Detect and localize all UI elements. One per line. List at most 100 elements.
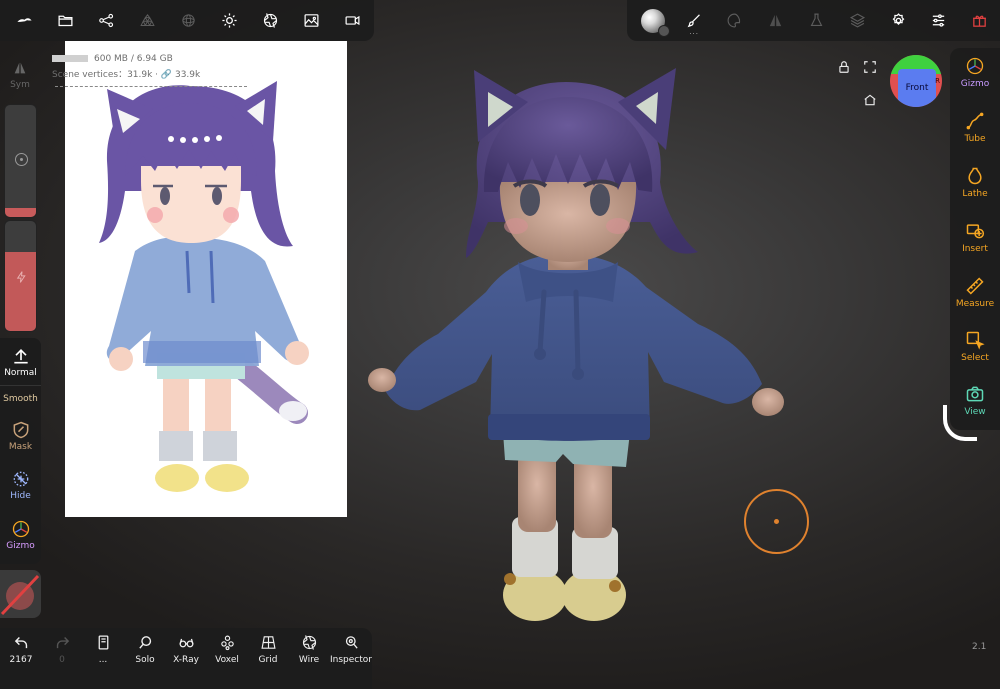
sphere-icon[interactable] [168,0,209,41]
measure-label: Measure [955,299,995,309]
normal-button[interactable]: Normal [0,338,41,386]
magnifier-icon [138,636,151,649]
reference-image[interactable] [65,41,347,517]
symmetry-icon[interactable] [755,0,796,41]
wire-button[interactable]: Wire [288,634,330,665]
scene-graph-icon[interactable] [86,0,127,41]
material-swatch[interactable] [0,570,41,618]
camera-icon[interactable] [332,0,373,41]
intensity-slider[interactable] [4,220,37,332]
tool-stack: Normal Smooth Mask Hide Gizmo [0,338,41,564]
stats-divider [55,86,247,87]
select-cursor-icon [966,331,985,350]
view-cube-right: R [935,77,940,85]
flask-icon[interactable] [796,0,837,41]
undo-icon [14,637,27,649]
scene-vertices: Scene vertices：31.9k · 🔗 33.9k [52,70,201,80]
insert-plus-icon [966,224,985,239]
voxel-pyramid-icon[interactable] [127,0,168,41]
redo-button[interactable]: 0 [41,634,83,665]
right-gizmo-label: Gizmo [960,79,990,89]
slash-icon [0,574,40,616]
gizmo-icon [12,520,29,538]
version-label: 2.1 [972,642,987,652]
tube-button[interactable]: Tube [950,111,1000,144]
sculpt-model[interactable] [368,62,788,634]
grid-button[interactable]: Grid [247,634,289,665]
scene-stats: 600 MB / 6.94 GB Scene vertices：31.9k · … [52,51,200,83]
ruler-icon [966,277,984,295]
inspector-button[interactable]: Inspector [330,634,372,665]
settings-icon[interactable] [878,0,919,41]
insert-label: Insert [962,244,988,254]
view-cube[interactable]: Front R [890,55,942,107]
tube-label: Tube [964,134,986,144]
layers-icon[interactable] [837,0,878,41]
hide-button[interactable]: Hide [0,469,41,501]
gift-icon[interactable] [959,0,1000,41]
right-gizmo-button[interactable]: Gizmo [950,56,1000,89]
panel-pull-handle[interactable] [943,405,977,441]
top-left-toolbar [0,0,374,41]
stack-label: ... [98,655,108,665]
home-icon[interactable] [863,92,877,111]
grid-label: Grid [258,655,278,665]
xray-button[interactable]: X-Ray [165,634,207,665]
light-icon[interactable] [209,0,250,41]
gizmo-icon [966,57,984,75]
bottom-toolbar: 2167 0 ... Solo X-Ray Voxel Grid Wire In… [0,628,372,689]
solo-button[interactable]: Solo [124,634,166,665]
smooth-button[interactable]: Smooth [0,394,41,404]
radius-fill [5,208,36,217]
wire-label: Wire [298,655,320,665]
inspector-label: Inspector [330,655,372,665]
normal-label: Normal [4,368,37,378]
reference-drawing [99,81,309,492]
lathe-button[interactable]: Lathe [950,166,1000,199]
insert-button[interactable]: Insert [950,221,1000,254]
stack-button[interactable]: ... [82,634,124,665]
image-icon[interactable] [291,0,332,41]
xray-label: X-Ray [173,655,199,665]
glasses-icon [178,638,194,648]
folder-icon[interactable] [45,0,86,41]
select-button[interactable]: Select [950,330,1000,363]
gizmo-button[interactable]: Gizmo [0,519,41,551]
solo-label: Solo [135,655,155,665]
voxel-label: Voxel [215,655,239,665]
symmetry-button[interactable]: Sym [0,51,40,99]
view-cube-front[interactable]: Front [898,69,936,107]
radius-icon [15,153,28,166]
lock-icon[interactable] [837,59,851,78]
shield-icon [13,421,28,439]
voxel-button[interactable]: Voxel [206,634,248,665]
wireframe-sphere-icon [302,635,316,650]
select-label: Select [961,353,989,363]
redo-icon [56,637,69,649]
matcap-icon[interactable] [633,0,674,41]
sliders-icon[interactable] [918,0,959,41]
tube-curve-icon [966,112,984,130]
redo-count: 0 [59,655,65,665]
camera-photo-icon [966,386,984,402]
palette-icon[interactable] [715,0,756,41]
mask-button[interactable]: Mask [0,420,41,452]
vase-icon [968,167,982,185]
hide-label: Hide [10,491,31,501]
redacted-label [52,55,88,62]
memory-usage: 600 MB / 6.94 GB [94,54,173,64]
undo-button[interactable]: 2167 [0,634,42,665]
brush-tool-dots: ... [689,28,700,36]
upload-arrow-icon [13,348,28,364]
nomad-logo-icon[interactable] [4,0,45,41]
brush-icon[interactable]: ... [674,0,715,41]
measure-button[interactable]: Measure [950,276,1000,309]
mask-label: Mask [8,442,33,452]
brush-cursor [744,489,809,554]
material-icon[interactable] [250,0,291,41]
inspector-icon [345,636,358,649]
radius-slider[interactable] [4,104,37,218]
voxel-icon [220,635,234,651]
grid-icon [260,636,276,649]
fullscreen-icon[interactable] [863,59,877,78]
